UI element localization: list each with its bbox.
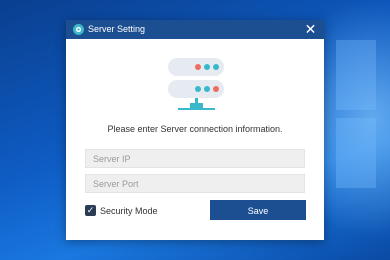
security-mode-label: Security Mode (100, 206, 158, 216)
app-logo-icon (73, 24, 84, 35)
window-title: Server Setting (88, 24, 146, 34)
server-ip-input[interactable] (85, 149, 305, 168)
server-network-icon (168, 58, 224, 110)
server-port-input[interactable] (85, 174, 305, 193)
server-setting-dialog: Server Setting ✕ Please enter Server con… (66, 20, 324, 240)
window-logo-pane (336, 40, 376, 110)
security-mode-checkbox[interactable]: ✓ (85, 205, 96, 216)
window-logo-pane (336, 118, 376, 188)
title-bar[interactable]: Server Setting ✕ (66, 20, 324, 39)
connection-prompt: Please enter Server connection informati… (107, 124, 283, 134)
save-button[interactable]: Save (210, 200, 306, 220)
close-icon: ✕ (304, 21, 317, 37)
checkmark-icon: ✓ (86, 205, 95, 215)
close-button[interactable]: ✕ (303, 22, 318, 37)
